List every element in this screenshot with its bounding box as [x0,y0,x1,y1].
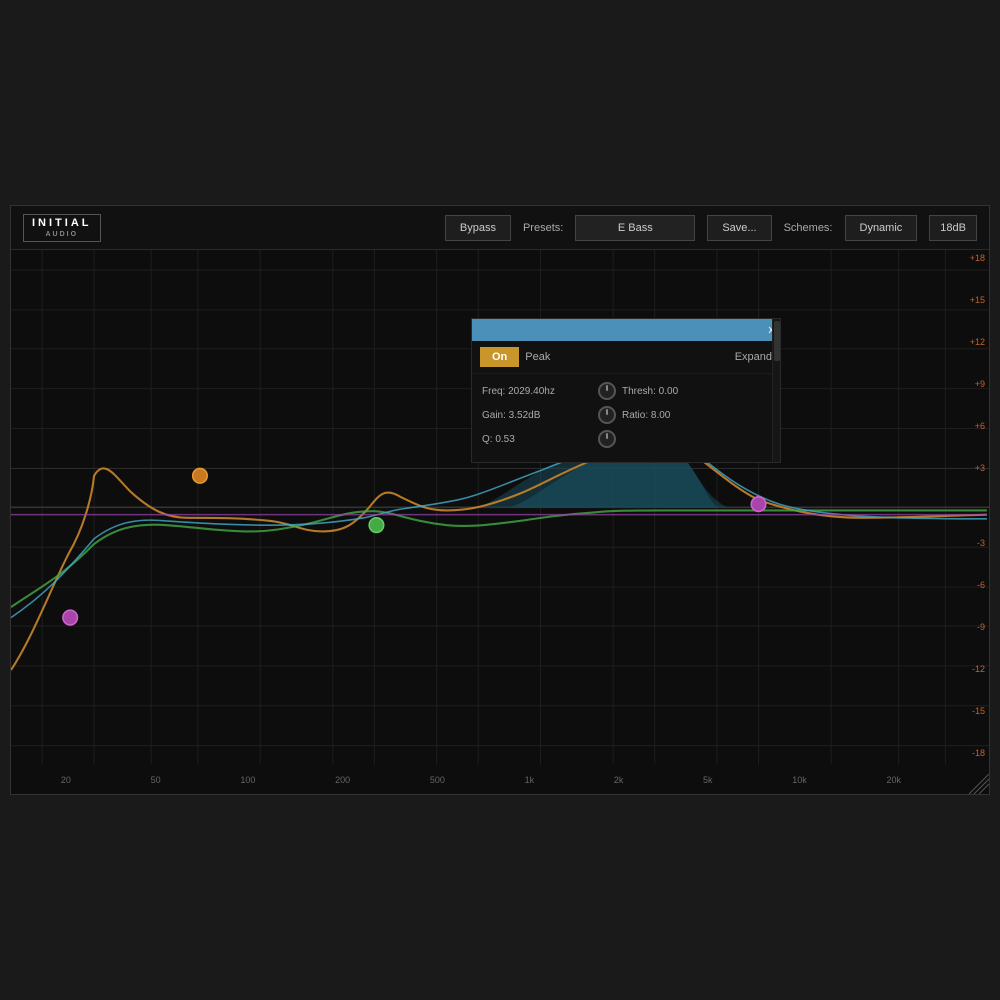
outer-container: INITIAL AUDIO Bypass Presets: Save... Sc… [0,0,1000,1000]
popup-toolbar: On Peak Expand [472,341,780,374]
freq-param-label: Freq: 2029.40hz [482,386,592,397]
freq-scale: 20 50 100 200 500 1k 2k 5k 10k 20k [11,766,951,794]
db-label-15p: +15 [955,296,985,305]
gain-param-label: Gain: 3.52dB [482,410,592,421]
corner-decoration [969,774,989,794]
db-label-3p: +3 [955,464,985,473]
peak-button[interactable]: Peak [525,351,550,363]
freq-50: 50 [151,775,161,785]
db-button[interactable]: 18dB [929,215,977,241]
ratio-knob[interactable] [598,406,616,424]
db-label-12p: +12 [955,338,985,347]
popup-params: Freq: 2029.40hz Thresh: 0.00 Gain: 3.52d… [472,374,780,462]
thresh-knob[interactable] [598,382,616,400]
db-scale: +18 +15 +12 +9 +6 +3 -3 -6 -9 -12 -15 -1… [951,250,989,762]
freq-10k: 10k [792,775,807,785]
presets-label: Presets: [523,222,563,234]
freq-1k: 1k [525,775,535,785]
popup-scrollbar [772,319,780,462]
db-label-15n: -15 [955,707,985,716]
freq-200: 200 [335,775,350,785]
schemes-label: Schemes: [784,222,833,234]
db-label-18n: -18 [955,749,985,758]
freq-20: 20 [61,775,71,785]
popup-header: x [472,319,780,341]
header: INITIAL AUDIO Bypass Presets: Save... Sc… [11,206,989,250]
eq-area: +18 +15 +12 +9 +6 +3 -3 -6 -9 -12 -15 -1… [11,250,989,794]
eq-node-popup: x On Peak Expand Freq: 2029.40hz Thresh:… [471,318,781,463]
bypass-button[interactable]: Bypass [445,215,511,241]
freq-2k: 2k [614,775,624,785]
logo-text: INITIAL [32,217,92,229]
freq-5k: 5k [703,775,713,785]
db-label-3n: -3 [955,539,985,548]
freq-100: 100 [240,775,255,785]
q-knob[interactable] [598,430,616,448]
freq-row: Freq: 2029.40hz Thresh: 0.00 [482,382,770,400]
scrollbar-thumb[interactable] [774,321,780,361]
preset-input[interactable] [575,215,695,241]
freq-500: 500 [430,775,445,785]
q-param-label: Q: 0.53 [482,434,592,445]
gain-row: Gain: 3.52dB Ratio: 8.00 [482,406,770,424]
expand-button[interactable]: Expand [735,351,772,363]
plugin-container: INITIAL AUDIO Bypass Presets: Save... Sc… [10,205,990,795]
db-label-12n: -12 [955,665,985,674]
db-label-6n: -6 [955,581,985,590]
logo: INITIAL AUDIO [23,214,101,242]
on-button[interactable]: On [480,347,519,367]
db-label-18p: +18 [955,254,985,263]
db-label-6p: +6 [955,422,985,431]
logo-sub: AUDIO [32,231,92,238]
ratio-value: Ratio: 8.00 [622,410,692,421]
freq-20k: 20k [887,775,902,785]
schemes-button[interactable]: Dynamic [845,215,918,241]
db-label-9n: -9 [955,623,985,632]
thresh-value: Thresh: 0.00 [622,386,692,397]
db-label-9p: +9 [955,380,985,389]
save-button[interactable]: Save... [707,215,771,241]
q-row: Q: 0.53 [482,430,770,448]
